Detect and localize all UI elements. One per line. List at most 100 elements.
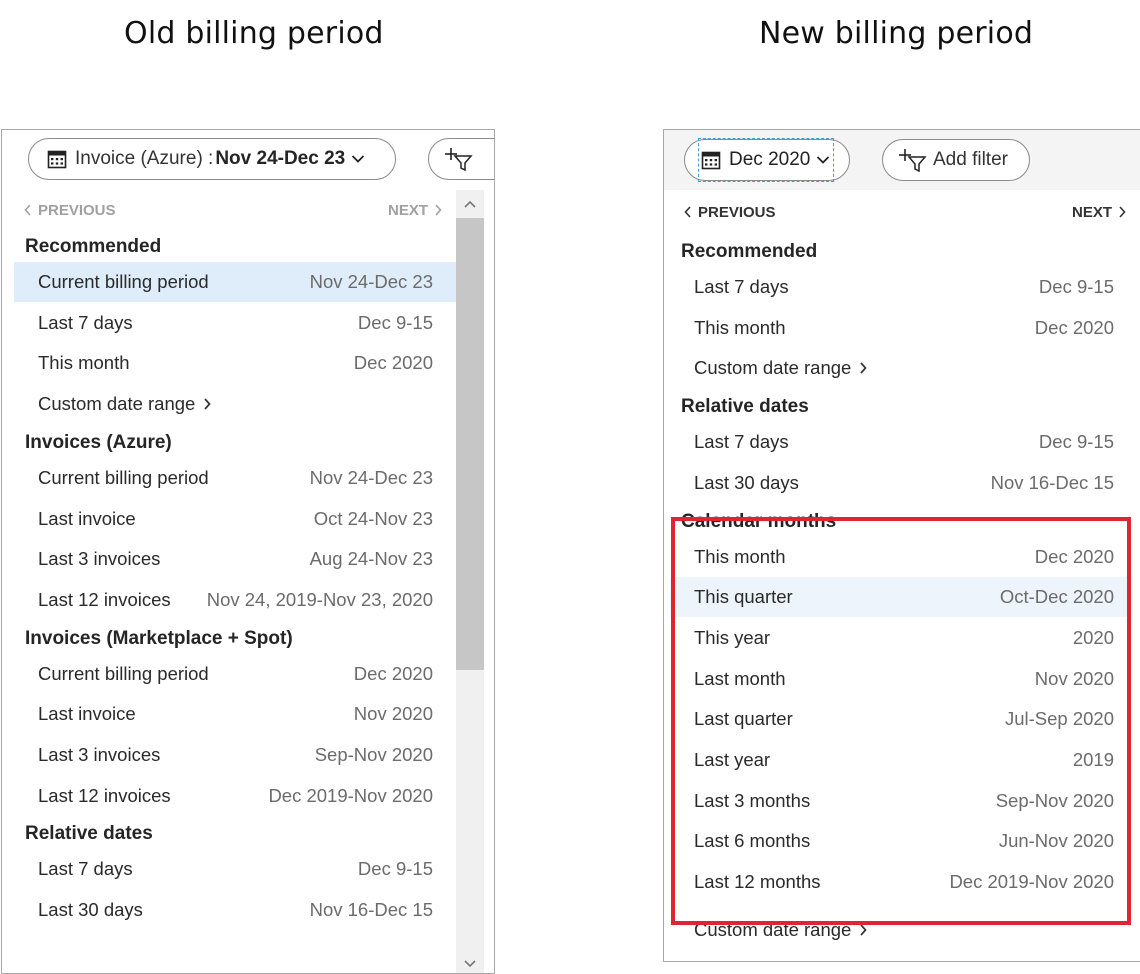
date-option-label: Last 12 invoices — [38, 588, 171, 610]
date-option-last-30-days[interactable]: Last 30 days Nov 16-Dec 15 — [14, 890, 456, 930]
add-filter-label: Add filter — [933, 149, 1008, 170]
date-option-label: Last 7 days — [694, 431, 789, 453]
date-option-last-6-months[interactable]: Last 6 months Jun-Nov 2020 — [670, 821, 1128, 861]
date-option-last-invoice[interactable]: Last invoice Nov 2020 — [14, 694, 456, 734]
date-option-last-3-invoices[interactable]: Last 3 invoices Aug 24-Nov 23 — [14, 539, 456, 579]
date-option-last-month[interactable]: Last month Nov 2020 — [670, 659, 1128, 699]
date-option-label: Last 7 days — [694, 276, 789, 297]
scroll-up-arrow-icon[interactable] — [464, 200, 476, 208]
add-filter-button[interactable]: Add filter — [882, 139, 1030, 181]
date-option-last-12-months[interactable]: Last 12 months Dec 2019-Nov 2020 — [670, 862, 1128, 902]
date-option-value: Dec 2020 — [1034, 545, 1114, 567]
calendar-icon — [701, 151, 721, 170]
date-option-label-wrap: Custom date range — [694, 357, 867, 379]
old-scope-date-button[interactable]: Invoice (Azure) : Nov 24-Dec 23 — [28, 138, 396, 180]
section-header-invoices-azure: Invoices (Azure) — [25, 431, 172, 453]
date-option-current-billing-period[interactable]: Current billing period Nov 24-Dec 23 — [14, 262, 456, 302]
date-option-label-wrap: Custom date range — [694, 919, 867, 941]
date-option-label: Last 7 days — [38, 858, 133, 880]
date-option-label: Last invoice — [38, 507, 136, 529]
chevron-left-icon — [24, 204, 31, 216]
chevron-down-icon — [352, 155, 365, 163]
new-scope-date-button[interactable]: Dec 2020 — [684, 139, 850, 181]
date-option-label-wrap: Last 12 invoices — [38, 589, 171, 611]
date-option-custom-date-range[interactable]: Custom date range — [14, 384, 456, 424]
section-header-invoices-marketplace-spot: Invoices (Marketplace + Spot) — [25, 627, 293, 649]
old-scrollbar-thumb[interactable] — [456, 218, 484, 670]
date-option-current-billing-period[interactable]: Current billing period Nov 24-Dec 23 — [14, 458, 456, 498]
section-header-recommended: Recommended — [681, 241, 818, 262]
date-option-this-month[interactable]: This month Dec 2020 — [670, 537, 1128, 577]
date-option-label-wrap: Current billing period — [38, 271, 209, 293]
date-option-last-year[interactable]: Last year 2019 — [670, 740, 1128, 780]
date-option-label-wrap: Last 3 invoices — [38, 548, 160, 570]
date-option-value: Nov 2020 — [1034, 667, 1114, 689]
date-option-value: Aug 24-Nov 23 — [309, 548, 433, 570]
section-header-recommended: Recommended — [25, 236, 162, 257]
date-option-label-wrap: This month — [694, 546, 786, 568]
date-option-value: Nov 2020 — [353, 703, 433, 725]
new-previous-button[interactable]: PREVIOUS — [684, 204, 776, 221]
old-date-picker-panel: Invoice (Azure) : Nov 24-Dec 23 PREVIOUS… — [1, 129, 495, 974]
date-option-current-billing-period[interactable]: Current billing period Dec 2020 — [14, 654, 456, 694]
old-previous-button[interactable]: PREVIOUS — [24, 202, 116, 219]
date-option-last-7-days[interactable]: Last 7 days Dec 9-15 — [14, 303, 456, 343]
date-option-value: Nov 24, 2019-Nov 23, 2020 — [206, 588, 433, 610]
date-option-label-wrap: This year — [694, 627, 770, 649]
date-option-value: Dec 2020 — [353, 662, 433, 684]
date-option-label-wrap: Last month — [694, 668, 786, 690]
date-option-label-wrap: Last 12 invoices — [38, 785, 171, 807]
date-option-custom-date-range[interactable]: Custom date range — [670, 348, 1128, 388]
date-option-label: This year — [694, 626, 771, 648]
new-next-button[interactable]: NEXT — [1072, 204, 1126, 221]
date-option-label: This quarter — [694, 586, 793, 608]
old-add-filter-button[interactable] — [428, 138, 494, 180]
date-option-this-month[interactable]: This month Dec 2020 — [670, 308, 1128, 348]
date-option-last-12-invoices[interactable]: Last 12 invoices Nov 24, 2019-Nov 23, 202… — [14, 580, 456, 620]
date-option-last-3-invoices[interactable]: Last 3 invoices Sep-Nov 2020 — [14, 735, 456, 775]
date-option-last-invoice[interactable]: Last invoice Oct 24-Nov 23 — [14, 499, 456, 539]
date-option-last-12-invoices[interactable]: Last 12 invoices Dec 2019-Nov 2020 — [14, 776, 456, 816]
new-date-picker-panel: Dec 2020 Add filter PREVIOUS NEXT Recomm… — [663, 129, 1140, 962]
date-option-value: Dec 2019-Nov 2020 — [268, 784, 433, 806]
old-scrollbar[interactable] — [456, 190, 484, 973]
date-option-label-wrap: This quarter — [694, 586, 793, 608]
chevron-right-icon — [860, 924, 867, 936]
old-period-nav: PREVIOUS NEXT — [24, 198, 442, 222]
new-scope-value: Dec 2020 — [729, 149, 811, 170]
date-option-value: Dec 2019-Nov 2020 — [949, 871, 1114, 893]
chevron-down-icon — [817, 156, 830, 164]
date-option-label: Last year — [694, 749, 771, 770]
date-option-label: Last 30 days — [38, 899, 143, 921]
scroll-down-arrow-icon[interactable] — [464, 960, 476, 968]
add-filter-icon — [445, 148, 473, 172]
date-option-label-wrap: Last invoice — [38, 508, 136, 530]
old-next-button[interactable]: NEXT — [388, 202, 442, 219]
date-option-last-3-months[interactable]: Last 3 months Sep-Nov 2020 — [670, 781, 1128, 821]
date-option-label-wrap: Last 30 days — [694, 472, 799, 494]
date-option-value: Oct 24-Nov 23 — [313, 507, 433, 529]
date-option-custom-date-range[interactable]: Custom date range — [670, 910, 1128, 950]
old-next-label: NEXT — [387, 201, 428, 219]
date-option-last-7-days[interactable]: Last 7 days Dec 9-15 — [670, 267, 1128, 307]
date-option-value: Jun-Nov 2020 — [998, 830, 1114, 852]
date-option-label-wrap: This month — [694, 317, 786, 339]
date-option-value: 2019 — [1072, 749, 1114, 770]
date-option-label: This month — [694, 316, 786, 338]
date-option-last-7-days[interactable]: Last 7 days Dec 9-15 — [670, 422, 1128, 462]
date-option-this-month[interactable]: This month Dec 2020 — [14, 343, 456, 383]
date-option-label: This month — [38, 352, 130, 374]
date-option-value: Nov 24-Dec 23 — [309, 271, 433, 292]
date-option-value: Dec 9-15 — [1038, 431, 1114, 453]
date-option-label: Custom date range — [694, 357, 852, 379]
date-option-last-7-days[interactable]: Last 7 days Dec 9-15 — [14, 849, 456, 889]
date-option-this-year[interactable]: This year 2020 — [670, 618, 1128, 658]
date-option-label: Custom date range — [694, 918, 852, 940]
chevron-right-icon — [435, 204, 442, 216]
date-option-label-wrap: Last year — [694, 749, 770, 771]
date-option-last-quarter[interactable]: Last quarter Jul-Sep 2020 — [670, 699, 1128, 739]
date-option-last-30-days[interactable]: Last 30 days Nov 16-Dec 15 — [670, 463, 1128, 503]
date-option-label: Last quarter — [694, 708, 793, 730]
date-option-label-wrap: Last 3 months — [694, 790, 810, 812]
date-option-this-quarter[interactable]: This quarter Oct-Dec 2020 — [670, 577, 1128, 618]
